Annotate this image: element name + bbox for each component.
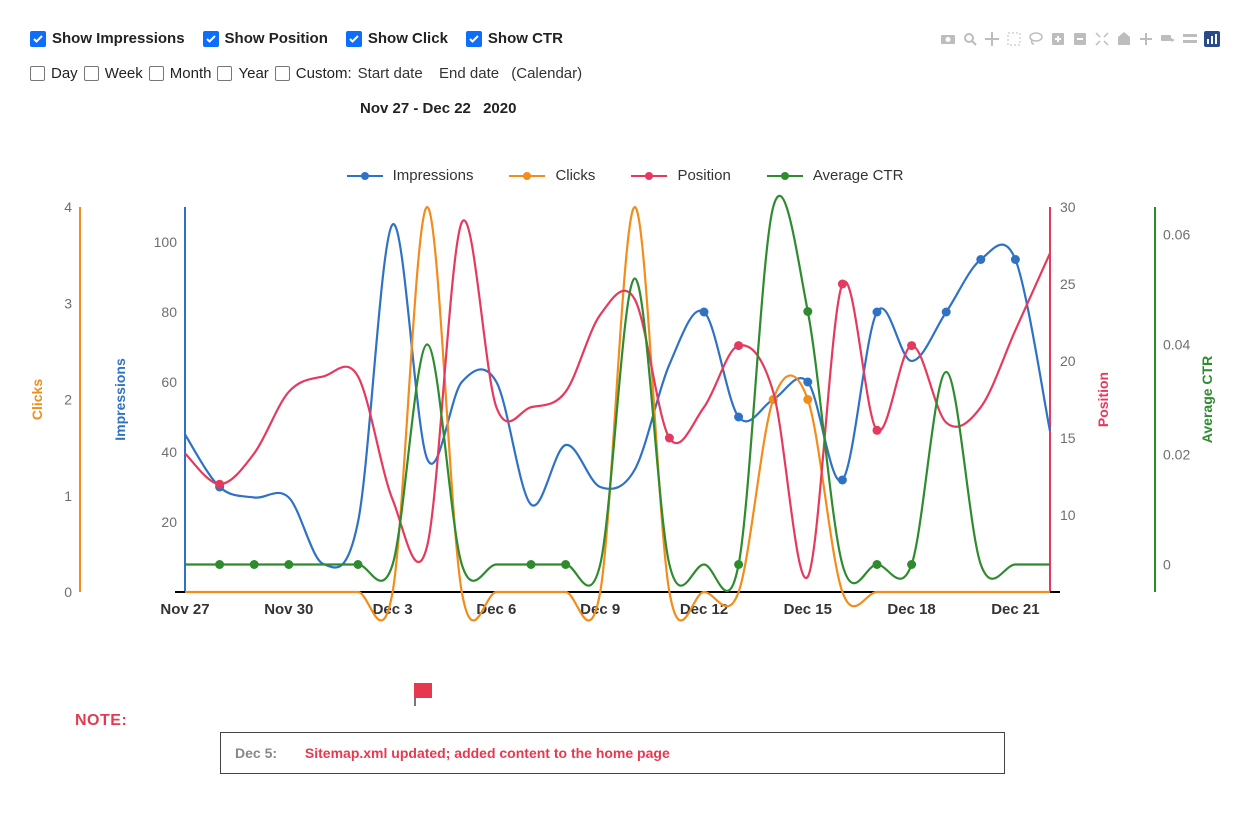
- svg-text:0.02: 0.02: [1163, 447, 1190, 463]
- checkbox-icon: [466, 31, 482, 47]
- svg-text:15: 15: [1060, 430, 1076, 446]
- svg-text:80: 80: [161, 304, 177, 320]
- chart-area: Impressions Clicks Position Average CTR …: [30, 177, 1220, 647]
- toggle-impressions[interactable]: Show Impressions: [30, 30, 185, 47]
- note-box: Dec 5: Sitemap.xml updated; added conten…: [220, 732, 1005, 774]
- granularity-day[interactable]: Day: [30, 65, 80, 82]
- toggle-label: Show Click: [368, 30, 448, 47]
- pan-icon[interactable]: [984, 31, 1000, 47]
- legend-ctr[interactable]: Average CTR: [767, 167, 904, 184]
- checkbox-icon: [217, 66, 232, 81]
- svg-text:0.04: 0.04: [1163, 337, 1190, 353]
- autoscale-icon[interactable]: [1094, 31, 1110, 47]
- svg-text:60: 60: [161, 374, 177, 390]
- granularity-label: Month: [170, 65, 212, 82]
- svg-text:Position: Position: [1095, 372, 1111, 427]
- svg-text:100: 100: [154, 234, 178, 250]
- svg-text:Dec 9: Dec 9: [580, 601, 620, 618]
- spike-icon[interactable]: [1138, 31, 1154, 47]
- compare-icon[interactable]: [1182, 31, 1198, 47]
- svg-text:Dec 15: Dec 15: [784, 601, 832, 618]
- svg-text:Dec 3: Dec 3: [373, 601, 413, 618]
- zoom-out-icon[interactable]: [1072, 31, 1088, 47]
- series-toggles: Show Impressions Show Position Show Clic…: [30, 30, 563, 47]
- svg-text:20: 20: [161, 514, 177, 530]
- legend-clicks[interactable]: Clicks: [509, 167, 595, 184]
- checkbox-icon: [30, 31, 46, 47]
- toggle-position[interactable]: Show Position: [203, 30, 328, 47]
- note-text: Sitemap.xml updated; added content to th…: [305, 745, 670, 761]
- legend-impressions[interactable]: Impressions: [347, 167, 474, 184]
- svg-text:2: 2: [64, 392, 72, 408]
- svg-text:Impressions: Impressions: [112, 358, 128, 441]
- legend-position[interactable]: Position: [631, 167, 730, 184]
- svg-text:0: 0: [1163, 557, 1171, 573]
- toggle-label: Show CTR: [488, 30, 563, 47]
- lasso-icon[interactable]: [1028, 31, 1044, 47]
- chart-svg[interactable]: 0 1 2 3 4 20 40 60 80 100 10 15 20 25 30 0 0.02 0.04 0.06 N…: [30, 177, 1220, 647]
- granularity-label: Year: [238, 65, 268, 82]
- granularity-label: Custom:: [296, 65, 352, 82]
- svg-text:3: 3: [64, 295, 72, 311]
- svg-text:4: 4: [64, 199, 72, 215]
- legend-label: Position: [677, 167, 730, 184]
- chart-legend: Impressions Clicks Position Average CTR: [30, 167, 1220, 184]
- zoom-in-icon[interactable]: [1050, 31, 1066, 47]
- legend-label: Clicks: [555, 167, 595, 184]
- granularity-week[interactable]: Week: [84, 65, 145, 82]
- note-flag-icon: [414, 683, 432, 706]
- svg-text:0.06: 0.06: [1163, 227, 1190, 243]
- svg-text:20: 20: [1060, 353, 1076, 369]
- toggle-label: Show Impressions: [52, 30, 185, 47]
- legend-label: Average CTR: [813, 167, 904, 184]
- svg-text:30: 30: [1060, 199, 1076, 215]
- plotly-logo-icon[interactable]: [1204, 31, 1220, 47]
- svg-text:Average CTR: Average CTR: [1199, 356, 1215, 443]
- svg-text:1: 1: [64, 488, 72, 504]
- toggle-label: Show Position: [225, 30, 328, 47]
- toggle-ctr[interactable]: Show CTR: [466, 30, 563, 47]
- start-date-field[interactable]: Start date: [358, 65, 423, 82]
- toggle-click[interactable]: Show Click: [346, 30, 448, 47]
- checkbox-icon: [203, 31, 219, 47]
- note-label: NOTE:: [75, 712, 127, 730]
- svg-text:0: 0: [64, 584, 72, 600]
- svg-text:Nov 30: Nov 30: [264, 601, 313, 618]
- hover-icon[interactable]: [1160, 31, 1176, 47]
- granularity-month[interactable]: Month: [149, 65, 214, 82]
- zoom-icon[interactable]: [962, 31, 978, 47]
- svg-text:Dec 18: Dec 18: [887, 601, 935, 618]
- svg-text:Clicks: Clicks: [30, 379, 45, 420]
- reset-icon[interactable]: [1116, 31, 1132, 47]
- svg-text:25: 25: [1060, 276, 1076, 292]
- granularity-label: Day: [51, 65, 78, 82]
- granularity-year[interactable]: Year: [217, 65, 270, 82]
- checkbox-icon: [30, 66, 45, 81]
- svg-text:Nov 27: Nov 27: [160, 601, 209, 618]
- plot-toolbar: [940, 31, 1220, 47]
- camera-icon[interactable]: [940, 31, 956, 47]
- checkbox-icon: [346, 31, 362, 47]
- title-year: 2020: [483, 100, 516, 117]
- calendar-hint: (Calendar): [511, 65, 582, 82]
- chart-title: Nov 27 - Dec 22 2020: [360, 100, 1220, 117]
- checkbox-icon: [149, 66, 164, 81]
- granularity-label: Week: [105, 65, 143, 82]
- svg-text:10: 10: [1060, 507, 1076, 523]
- select-icon[interactable]: [1006, 31, 1022, 47]
- legend-label: Impressions: [393, 167, 474, 184]
- checkbox-icon: [275, 66, 290, 81]
- svg-text:40: 40: [161, 444, 177, 460]
- note-date: Dec 5:: [235, 745, 277, 761]
- title-range: Nov 27 - Dec 22: [360, 100, 471, 117]
- end-date-field[interactable]: End date: [439, 65, 499, 82]
- date-granularity: Day Week Month Year Custom: Start date E…: [30, 65, 1220, 82]
- granularity-custom[interactable]: Custom:: [275, 65, 354, 82]
- checkbox-icon: [84, 66, 99, 81]
- svg-text:Dec 21: Dec 21: [991, 601, 1039, 618]
